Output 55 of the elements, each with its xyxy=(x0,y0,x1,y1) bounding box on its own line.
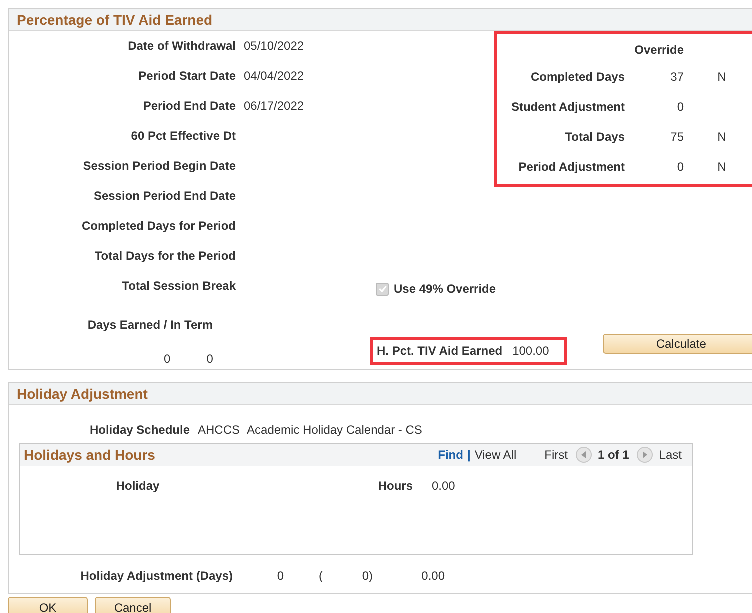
field-label: Student Adjustment xyxy=(510,100,625,114)
field-value: 05/10/2022 xyxy=(244,39,304,53)
field-label: Holiday Schedule xyxy=(88,423,190,437)
ok-button[interactable]: OK xyxy=(8,597,88,613)
grid-title: Holidays and Hours xyxy=(24,447,156,463)
field-value: ( xyxy=(318,569,323,583)
field-value: 0 xyxy=(676,160,684,174)
section-title: Percentage of TIV Aid Earned xyxy=(17,12,213,28)
first-label: First xyxy=(544,448,568,462)
override-flag-text: N xyxy=(716,70,728,84)
field-value: 37 xyxy=(670,70,684,84)
field-label: Holiday xyxy=(115,479,161,493)
field-label: Period Start Date xyxy=(138,69,236,83)
field-value: 0.00 xyxy=(420,569,445,583)
field-value: Academic Holiday Calendar - CS xyxy=(247,423,422,437)
field-label: Total Days for the Period xyxy=(94,249,236,263)
field-value: 0 xyxy=(206,352,214,366)
field-label: Completed Days for Period xyxy=(80,219,236,233)
field-label: Total Session Break xyxy=(121,279,236,293)
field-value: 75 xyxy=(670,130,684,144)
field-label: Session Period End Date xyxy=(92,189,236,203)
section-title: Holiday Adjustment xyxy=(17,386,148,402)
field-value: 100.00 xyxy=(512,344,550,358)
checkbox-label: Use 49% Override xyxy=(394,282,496,296)
field-label: Completed Days xyxy=(530,70,625,84)
field-label: H. Pct. TIV Aid Earned xyxy=(377,344,503,358)
find-link[interactable]: Find xyxy=(438,448,464,462)
field-value: 0 xyxy=(276,569,284,583)
cancel-button[interactable]: Cancel xyxy=(95,597,171,613)
override-flag-text: N xyxy=(716,160,728,174)
field-label: Holiday Adjustment (Days) xyxy=(80,569,233,583)
field-value: 0 xyxy=(164,352,171,366)
field-label: 60 Pct Effective Dt xyxy=(130,129,236,143)
field-value: 0 xyxy=(676,100,684,114)
separator: | xyxy=(467,448,471,462)
field-label: Hours xyxy=(377,479,413,493)
page-range: 1 of 1 xyxy=(598,448,630,462)
calculate-button[interactable]: Calculate xyxy=(602,334,752,354)
previous-icon[interactable] xyxy=(576,447,592,463)
field-value: AHCCS xyxy=(198,423,240,437)
field-label: Period End Date xyxy=(142,99,236,113)
last-label: Last xyxy=(659,448,682,462)
field-value: 0) xyxy=(361,569,373,583)
column-header: Override xyxy=(634,43,684,57)
field-label: Session Period Begin Date xyxy=(82,159,236,173)
view-all-link[interactable]: View All xyxy=(474,448,517,462)
field-label: Total Days xyxy=(564,130,625,144)
field-label: Date of Withdrawal xyxy=(127,39,236,53)
field-value: 06/17/2022 xyxy=(244,99,304,113)
override-flag-text: N xyxy=(716,130,728,144)
field-label: Days Earned / In Term xyxy=(86,318,213,332)
field-value: 04/04/2022 xyxy=(244,69,304,83)
next-icon[interactable] xyxy=(637,447,654,463)
field-value: 0.00 xyxy=(432,479,456,493)
field-label: Period Adjustment xyxy=(518,160,625,174)
